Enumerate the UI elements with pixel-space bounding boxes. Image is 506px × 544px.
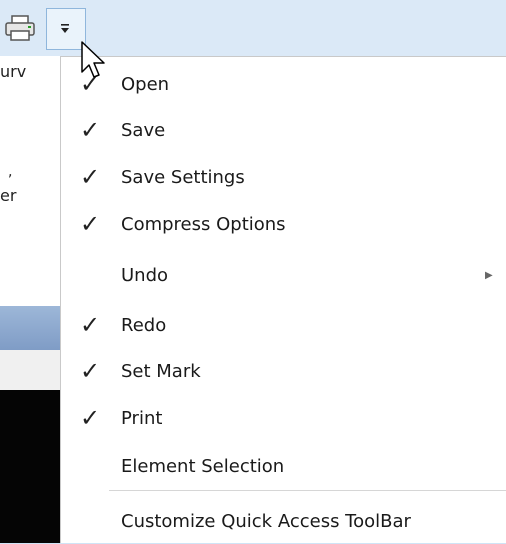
menu-item-label: Customize Quick Access ToolBar (121, 510, 411, 532)
menu-item-print[interactable]: ✓ Print (61, 395, 506, 441)
menu-item-label: Save Settings (121, 166, 245, 188)
check-icon: ✓ (79, 210, 101, 238)
check-icon: ✓ (79, 311, 101, 339)
menu-item-save[interactable]: ✓ Save (61, 107, 506, 153)
menu-item-redo[interactable]: ✓ Redo (61, 302, 506, 348)
menu-item-label: Print (121, 407, 163, 429)
quick-access-customize-menu: ✓ Open ✓ Save ✓ Save Settings ✓ Compress… (60, 56, 506, 543)
menu-item-label: Compress Options (121, 213, 286, 235)
ribbon-partial-label: er (0, 186, 17, 205)
printer-icon[interactable] (4, 14, 36, 42)
mouse-pointer-icon (80, 40, 110, 82)
menu-item-save-settings[interactable]: ✓ Save Settings (61, 154, 506, 200)
menu-item-undo[interactable]: Undo ▶ (61, 252, 506, 298)
menu-item-open[interactable]: ✓ Open (61, 61, 506, 107)
submenu-arrow-icon: ▶ (485, 269, 493, 281)
menu-item-label: Redo (121, 314, 167, 336)
menu-item-label: Set Mark (121, 360, 201, 382)
menu-item-label: Element Selection (121, 455, 285, 477)
customize-dropdown-icon (60, 23, 72, 35)
menu-item-label: Open (121, 73, 170, 95)
document-tab-strip (0, 350, 60, 390)
check-icon: ✓ (79, 357, 101, 385)
document-canvas (0, 390, 60, 543)
menu-item-label: Save (121, 119, 166, 141)
menu-item-compress-options[interactable]: ✓ Compress Options (61, 201, 506, 247)
ribbon-area (0, 56, 60, 306)
check-icon: ✓ (79, 116, 101, 144)
ribbon-partial-label: urv (0, 62, 27, 81)
menu-separator (109, 490, 506, 491)
ribbon-band (0, 306, 60, 350)
check-icon: ✓ (79, 404, 101, 432)
background-app: urv , er (0, 0, 60, 543)
menu-item-label: Undo (121, 264, 169, 286)
menu-item-set-mark[interactable]: ✓ Set Mark (61, 348, 506, 394)
menu-item-customize-quick-access-toolbar[interactable]: Customize Quick Access ToolBar (61, 498, 506, 544)
ribbon-partial-label: , (8, 164, 13, 180)
menu-item-element-selection[interactable]: Element Selection (61, 443, 506, 489)
check-icon: ✓ (79, 163, 101, 191)
